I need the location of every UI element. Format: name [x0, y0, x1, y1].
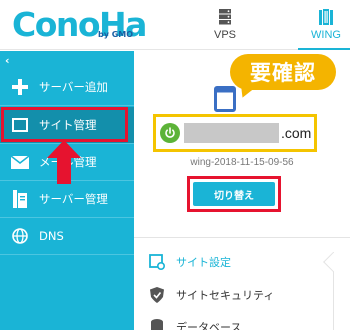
tab-vps[interactable]: VPS: [195, 0, 255, 50]
sidebar-item-add-server[interactable]: サーバー追加: [0, 69, 134, 106]
shield-icon: [148, 287, 166, 303]
top-header: ConoHa by GMO VPS WING: [0, 0, 350, 50]
domain-redaction: [184, 123, 279, 143]
server-icon: [219, 9, 231, 25]
confirm-callout: 要確認: [230, 54, 336, 90]
plus-icon: [6, 79, 34, 95]
menu-item-database[interactable]: データベース: [148, 316, 241, 330]
site-settings-icon: [148, 254, 166, 270]
sidebar-item-label: サーバー追加: [39, 80, 108, 94]
red-arrow-icon: [47, 140, 81, 184]
menu-item-label: サイトセキュリティ: [176, 289, 275, 302]
menu-item-label: データベース: [176, 321, 242, 330]
power-icon: [160, 123, 180, 143]
active-tab-indicator: [298, 48, 350, 50]
switch-button[interactable]: 切り替え: [193, 182, 275, 206]
menu-item-site-settings[interactable]: サイト設定: [148, 251, 231, 273]
divider: [134, 237, 350, 238]
logo-text: ConoHa: [12, 5, 147, 44]
menu-item-label: サイト設定: [176, 256, 231, 269]
tab-wing[interactable]: WING: [298, 0, 350, 50]
sidebar-item-dns[interactable]: DNS: [0, 218, 134, 255]
globe-icon: [6, 228, 34, 244]
site-management-highlight: [1, 107, 128, 142]
server-name: wing-2018-11-15-09-56: [190, 157, 294, 168]
site-window-icon: [214, 86, 236, 112]
sidebar-item-label: DNS: [39, 229, 64, 243]
database-icon: [148, 319, 166, 330]
domain-suffix: .com: [281, 125, 312, 141]
sidebar-item-server-management[interactable]: サーバー管理: [0, 181, 134, 218]
menu-item-site-security[interactable]: サイトセキュリティ: [148, 284, 274, 306]
tab-wing-label: WING: [311, 29, 341, 41]
server-stack-icon: [6, 190, 34, 208]
building-icon: [319, 9, 333, 25]
mail-icon: [6, 155, 34, 169]
logo-sub: by GMO: [98, 30, 134, 39]
sidebar-item-label: サーバー管理: [39, 192, 108, 206]
tab-vps-label: VPS: [213, 29, 236, 41]
sidebar-collapse-button[interactable]: ‹: [5, 54, 10, 67]
domain-highlight: .com: [153, 114, 317, 152]
